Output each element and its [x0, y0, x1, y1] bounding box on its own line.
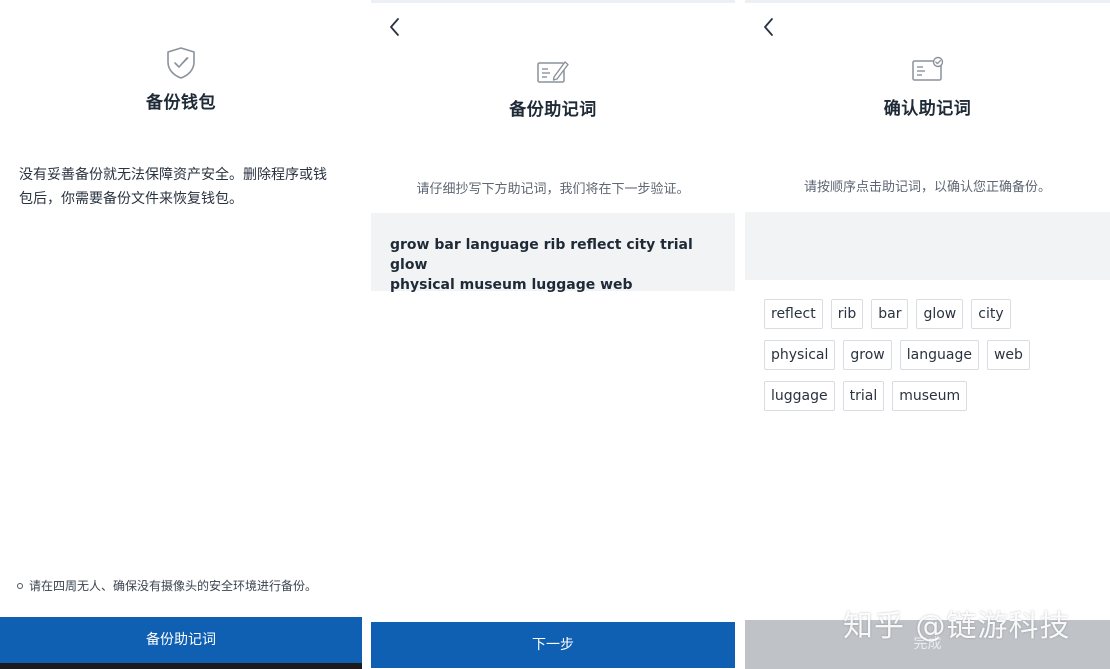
note-check-icon: [911, 56, 945, 88]
selected-words-area[interactable]: [745, 212, 1110, 280]
security-footnote: 请在四周无人、确保没有摄像头的安全环境进行备份。: [17, 577, 317, 594]
word-chip[interactable]: bar: [871, 299, 909, 329]
warning-text: 没有妥善备份就无法保障资产安全。删除程序或钱包后，你需要备份文件来恢复钱包。: [19, 167, 327, 207]
confirm-mnemonic-screen: 确认助记词 请按顺序点击助记词，以确认您正确备份。 reflect rib bar g…: [745, 0, 1110, 669]
word-chip[interactable]: web: [986, 340, 1030, 370]
chevron-left-icon[interactable]: [383, 14, 407, 40]
word-chip-list: reflect rib bar glow city physical grow languag…: [764, 299, 1080, 411]
status-divider: [371, 0, 735, 3]
instruction-text: 请按顺序点击助记词，以确认您正确备份。: [803, 180, 1051, 195]
bullet-icon: [17, 582, 23, 589]
status-divider: [745, 0, 1110, 3]
mnemonic-display: grow bar language rib reflect city trial…: [371, 213, 735, 293]
page-title: 备份钱包: [146, 93, 216, 113]
word-chip[interactable]: rib: [830, 299, 864, 329]
footnote-text: 请在四周无人、确保没有摄像头的安全环境进行备份。: [29, 579, 318, 593]
backup-mnemonic-button[interactable]: 备份助记词: [0, 617, 362, 663]
page-title: 备份助记词: [509, 100, 597, 120]
backup-mnemonic-screen: 备份助记词 请仔细抄写下方助记词，我们将在下一步验证。 grow bar lan…: [371, 0, 735, 669]
finish-button: 完成: [745, 620, 1110, 669]
word-chip[interactable]: glow: [916, 299, 964, 329]
word-chip[interactable]: grow: [843, 340, 892, 370]
note-edit-icon: [536, 58, 570, 90]
word-chip[interactable]: trial: [842, 381, 885, 411]
shield-check-icon: [165, 46, 197, 84]
page-title: 确认助记词: [883, 99, 972, 119]
word-chip[interactable]: museum: [892, 381, 968, 411]
word-chip[interactable]: physical: [764, 340, 836, 370]
word-chip[interactable]: reflect: [764, 299, 823, 329]
mnemonic-line: grow bar language rib reflect city trial…: [390, 237, 693, 273]
backup-wallet-screen: 备份钱包 没有妥善备份就无法保障资产安全。删除程序或钱包后，你需要备份文件来恢复…: [0, 0, 362, 669]
next-step-button[interactable]: 下一步: [371, 622, 735, 668]
instruction-text: 请仔细抄写下方助记词，我们将在下一步验证。: [416, 182, 690, 197]
mnemonic-line: physical museum luggage web: [390, 277, 633, 293]
word-chip[interactable]: luggage: [764, 381, 835, 411]
system-nav-bar: [0, 663, 362, 669]
chevron-left-icon[interactable]: [757, 14, 781, 40]
word-chip[interactable]: city: [971, 299, 1011, 329]
word-chip[interactable]: language: [899, 340, 979, 370]
